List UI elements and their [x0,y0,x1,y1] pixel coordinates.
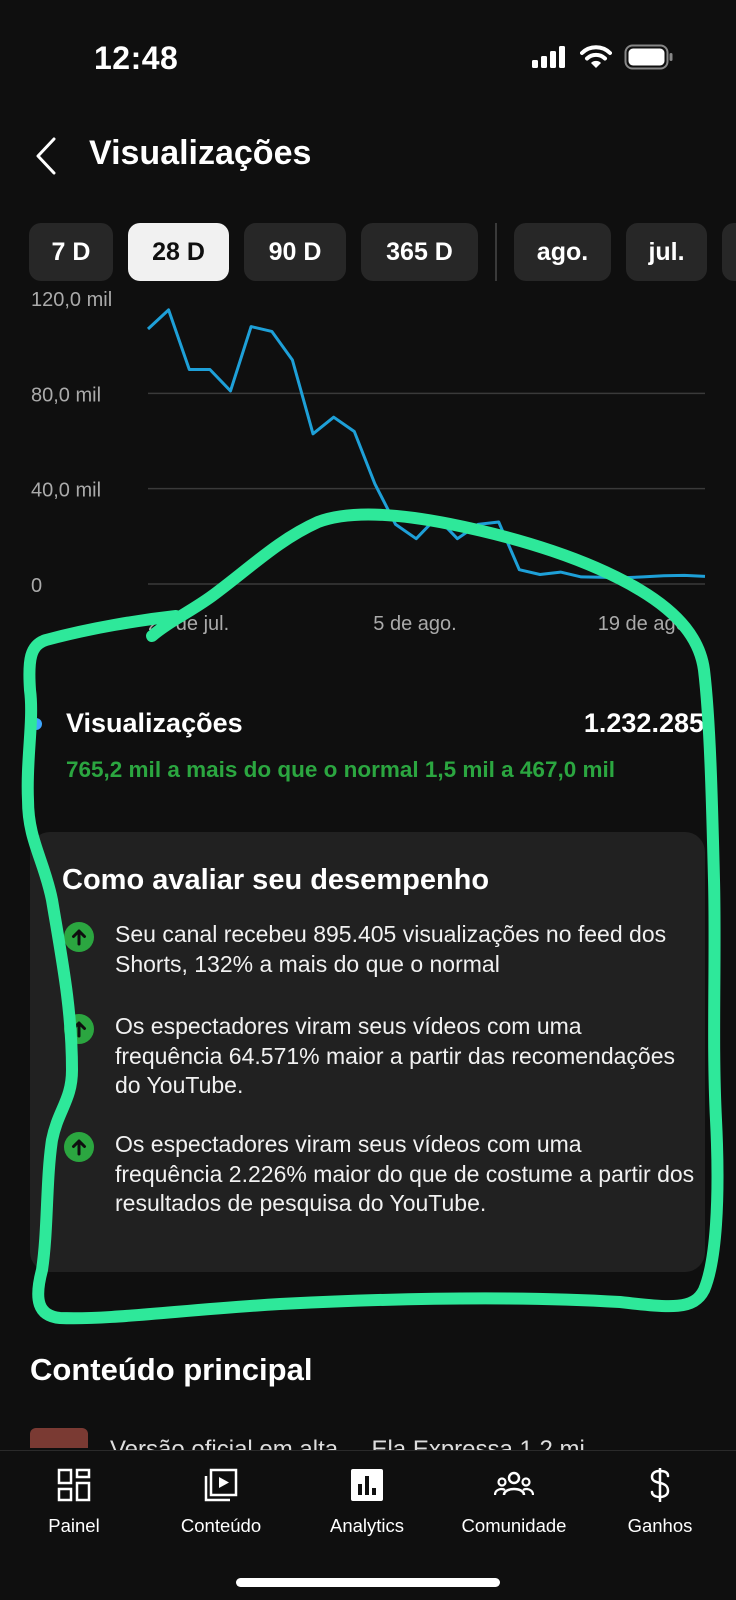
arrow-up-icon [64,922,94,952]
battery-icon [624,44,673,70]
insight-text: Os espectadores viram seus vídeos com um… [115,1131,695,1216]
insight-item: Os espectadores viram seus vídeos com um… [64,1130,695,1219]
dollar-icon [642,1465,678,1505]
home-indicator [236,1578,500,1587]
chip-90d[interactable]: 90 D [244,223,346,281]
chip-jul[interactable]: jul. [626,223,707,281]
cellular-signal-icon [532,46,565,68]
dashboard-icon [56,1465,92,1505]
status-time: 12:48 [94,40,179,76]
chip-more[interactable] [722,223,736,281]
analytics-icon [349,1465,385,1505]
insight-text: Seu canal recebeu 895.405 visualizações … [115,921,667,977]
chip-7d[interactable]: 7 D [29,223,113,281]
views-chart[interactable]: 120,0 mil 80,0 mil 40,0 mil 0 22 de jul. 5 de… [0,290,736,650]
tab-label: Analytics [329,1515,405,1536]
insight-item: Seu canal recebeu 895.405 visualizações … [64,920,695,979]
chip-28d[interactable]: 28 D [128,223,229,281]
summary-value: 1.232.285 [583,708,704,738]
tab-label: Conteúdo [180,1515,262,1536]
tab-label: Ganhos [627,1515,693,1536]
performance-card: Como avaliar seu desempenho Seu canal re… [30,832,705,1272]
chip-aug[interactable]: ago. [514,223,611,281]
x-tick-label: 5 de ago. [373,613,456,635]
status-bar: 12:48 [0,0,736,120]
page-title: Visualizações [89,134,312,172]
y-tick-label: 80,0 mil [31,384,101,406]
content-title-partial[interactable]: Versão oficial em alta ... Ela Expressa … [110,1436,710,1450]
arrow-up-icon [64,1014,94,1044]
tab-ganhos[interactable]: Ganhos [587,1465,733,1537]
section-title: Conteúdo principal [30,1352,313,1387]
summary-comparison: 765,2 mil a mais do que o normal 1,5 mil… [66,757,615,782]
y-tick-label: 0 [31,575,42,597]
card-title: Como avaliar seu desempenho [62,864,490,896]
header: Visualizações [0,120,736,190]
chevron-left-icon [36,137,56,175]
chip-365d[interactable]: 365 D [361,223,478,281]
community-icon [494,1465,534,1505]
period-chips: 7 D 28 D 90 D 365 D ago. jul. [29,223,736,281]
content-thumbnail[interactable] [30,1428,88,1448]
tab-comunidade[interactable]: Comunidade [441,1465,587,1537]
summary-label: Visualizações [66,708,243,738]
tab-analytics[interactable]: Analytics [294,1465,440,1537]
tab-label: Comunidade [461,1515,567,1536]
arrow-up-icon [64,1132,94,1162]
video-library-icon [203,1465,239,1505]
tab-conteudo[interactable]: Conteúdo [148,1465,294,1537]
insight-item: Os espectadores viram seus vídeos com um… [64,1012,695,1101]
wifi-icon [580,45,612,68]
series-dot [30,718,42,730]
x-tick-label: 22 de jul. [148,613,229,635]
chip-divider [495,223,497,281]
back-button[interactable] [28,134,64,178]
tab-label: Painel [48,1515,100,1536]
views-series-line [146,308,706,580]
y-tick-label: 120,0 mil [31,290,112,311]
y-tick-label: 40,0 mil [31,480,101,502]
analytics-views-screen: 12:48 Visualizações 7 D 28 D 90 D 365 D … [0,0,736,1600]
status-icons [532,44,674,70]
x-tick-label: 19 de ago. [598,613,693,635]
tab-painel[interactable]: Painel [1,1465,147,1537]
insight-text: Os espectadores viram seus vídeos com um… [115,1013,675,1098]
